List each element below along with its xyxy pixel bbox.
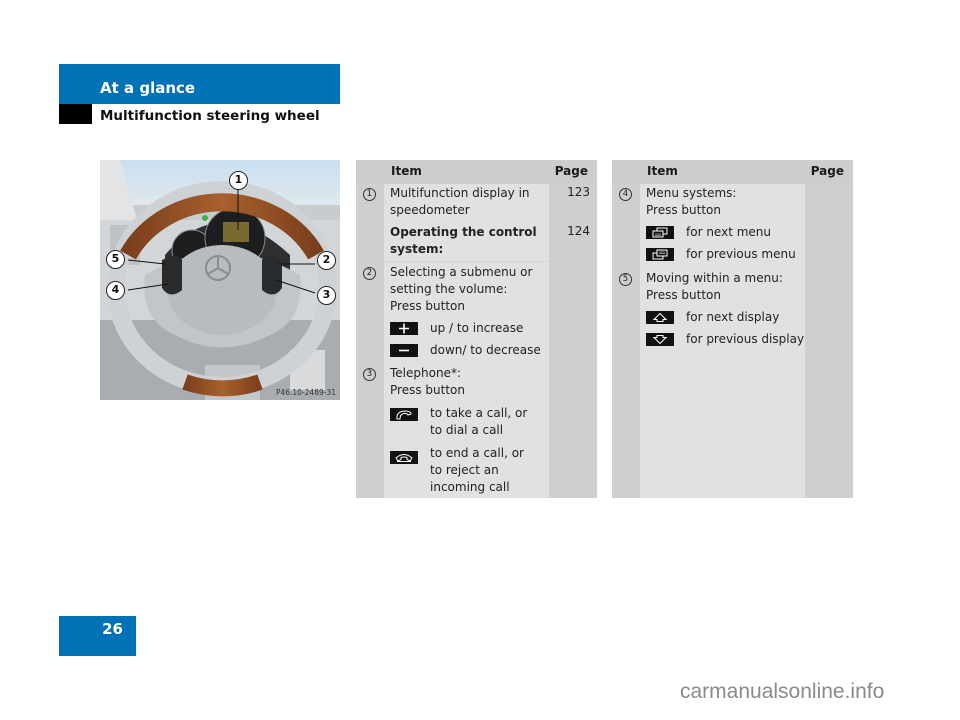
callout-1: 1 (229, 171, 248, 190)
symbol-text: for next menu (686, 225, 771, 239)
header-page: Page (554, 164, 588, 178)
row-text: Multifunction display in speedometer (390, 186, 530, 217)
callout-3: 3 (317, 286, 336, 305)
figure-code: P46.10-2489-31 (275, 388, 336, 397)
steering-wheel-figure: 1 2 3 4 5 P46.10-2489-31 (100, 160, 340, 400)
callout-2: 2 (317, 251, 336, 270)
symbol-text: for previous display (686, 332, 805, 346)
table-header: Item Page (612, 160, 853, 184)
item-number-3: 3 (363, 368, 376, 381)
symbol-text: down/ to decrease (430, 343, 541, 357)
arrow-down-icon (646, 333, 674, 346)
callout-4: 4 (106, 281, 125, 300)
page-number: 26 (102, 620, 123, 638)
item-table-right: Item Page 4 Menu systems: Press button f… (612, 160, 853, 498)
arrow-up-icon (646, 311, 674, 324)
previous-menu-icon (646, 248, 674, 261)
row-text: Menu systems: Press button (646, 186, 737, 217)
next-menu-icon (646, 226, 674, 239)
item-number-1: 1 (363, 188, 376, 201)
watermark: carmanualsonline.info (680, 680, 885, 703)
header-item: Item (647, 164, 678, 178)
header-page: Page (810, 164, 844, 178)
symbol-text: to take a call, or to dial a call (430, 406, 528, 437)
symbol-text: up / to increase (430, 321, 524, 335)
header-item: Item (391, 164, 422, 178)
phone-hangup-icon (390, 451, 418, 464)
callout-5: 5 (106, 250, 125, 269)
subsection-title: Multifunction steering wheel (100, 108, 320, 124)
row-page: 123 (567, 185, 590, 199)
subsection-marker (59, 104, 92, 124)
steering-wheel-illustration (100, 160, 340, 400)
minus-icon (390, 344, 418, 357)
symbol-text: to end a call, or to reject an incoming … (430, 446, 524, 494)
table-header: Item Page (356, 160, 597, 184)
row-text: Operating the control system: (390, 225, 537, 256)
symbol-text: for next display (686, 310, 780, 324)
row-text: Telephone*: Press button (390, 366, 465, 397)
item-number-4: 4 (619, 188, 632, 201)
item-number-2: 2 (363, 267, 376, 280)
phone-pickup-icon (390, 408, 418, 421)
section-title: At a glance (100, 79, 196, 97)
item-number-5: 5 (619, 273, 632, 286)
item-table-left: Item Page 1 Multifunction display in spe… (356, 160, 597, 498)
plus-icon (390, 322, 418, 335)
symbol-text: for previous menu (686, 247, 796, 261)
row-text: Moving within a menu: Press button (646, 271, 783, 302)
row-text: Selecting a submenu or setting the volum… (390, 265, 533, 313)
row-page: 124 (567, 224, 590, 238)
